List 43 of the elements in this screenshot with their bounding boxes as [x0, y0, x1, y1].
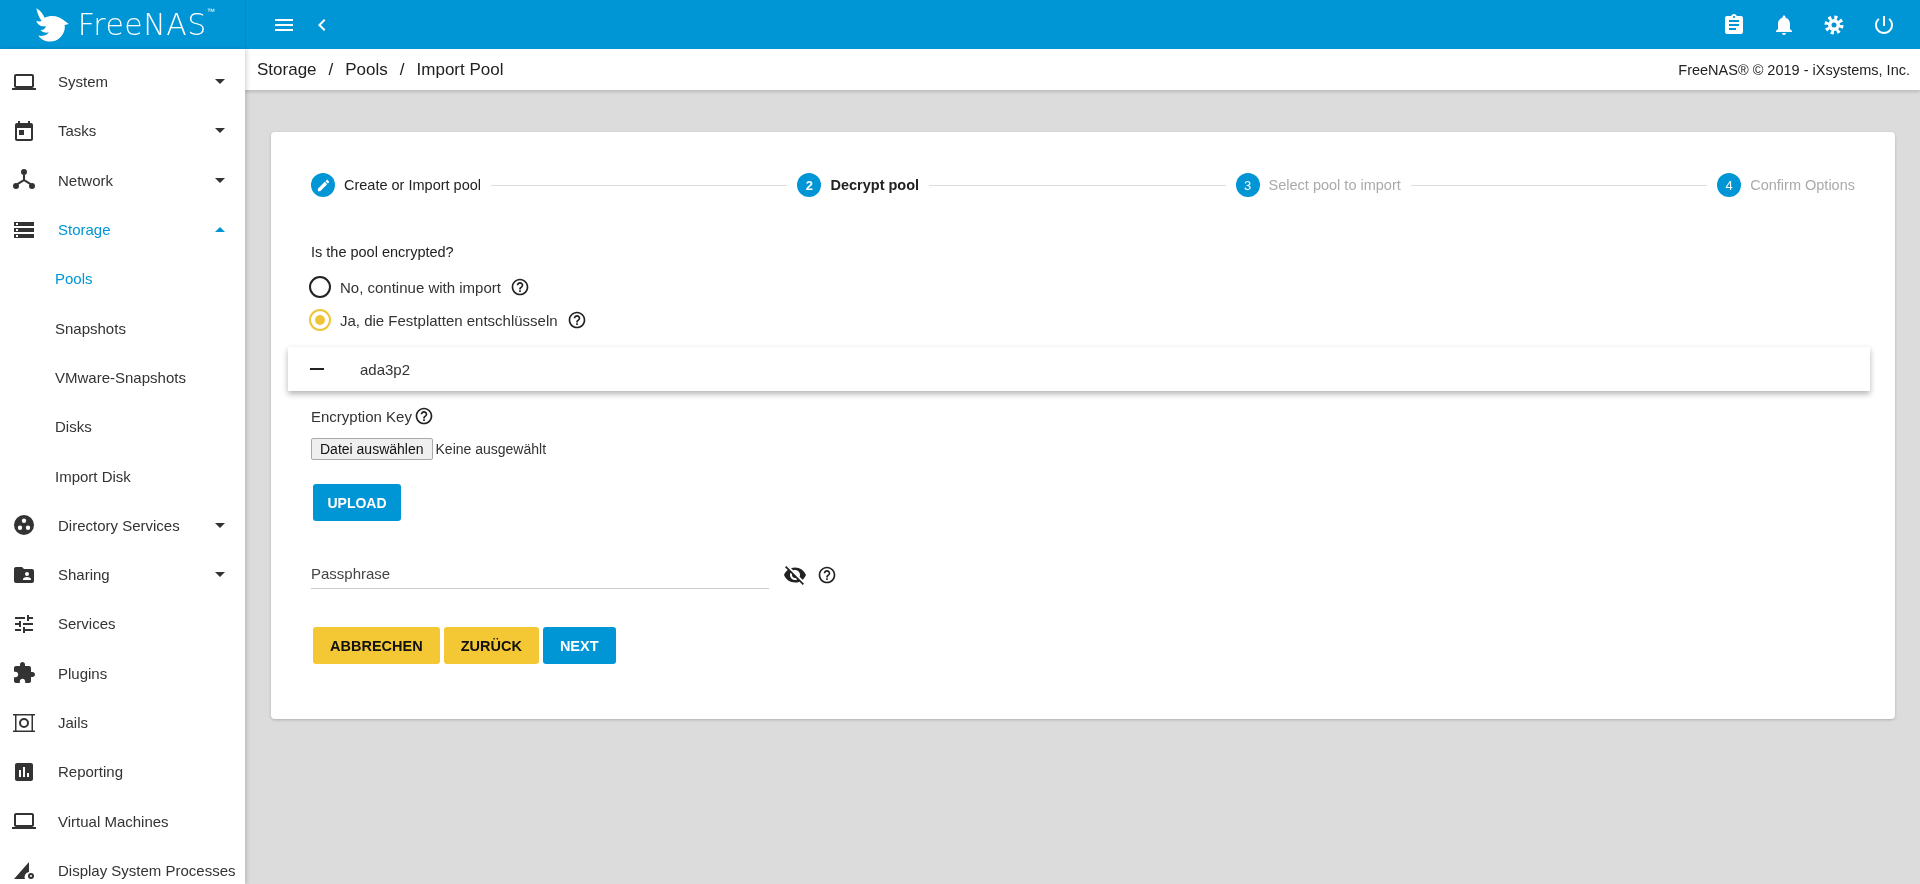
logo-text: FreeNAS$^{™}$	[77, 7, 216, 42]
copyright-text: FreeNAS® © 2019 - iXsystems, Inc.	[1678, 61, 1910, 78]
breadcrumb-link[interactable]: Storage	[257, 59, 317, 80]
form-button[interactable]: ZURÜCK	[443, 627, 539, 664]
encryption-key-label: Encryption Key	[311, 407, 412, 425]
pencil-icon	[315, 177, 331, 193]
radio-label[interactable]: Ja, die Festplatten entschlüsseln	[340, 311, 558, 329]
eye-slash-icon[interactable]	[783, 563, 807, 587]
sidebar-item[interactable]: Display System Processes	[0, 845, 245, 884]
puzzle-icon	[12, 661, 36, 686]
form-button[interactable]: ABBRECHEN	[313, 627, 440, 664]
radio-label[interactable]: No, continue with import	[340, 278, 501, 296]
breadcrumb-link[interactable]: Pools	[345, 59, 388, 80]
breadcrumb-separator: /	[328, 59, 334, 80]
sidebar-item[interactable]: Sharing	[0, 549, 245, 600]
sidebar-item[interactable]: Services	[0, 599, 245, 649]
sidebar-subitem[interactable]: Disks	[0, 402, 245, 452]
sidebar-subitem[interactable]: Snapshots	[0, 303, 245, 353]
help-icon[interactable]	[509, 277, 530, 297]
question-label: Is the pool encrypted?	[311, 244, 455, 260]
sidebar-item[interactable]: Network	[0, 155, 245, 205]
sidebar-item[interactable]: Jails	[0, 697, 245, 748]
clipboard-icon[interactable]	[1722, 12, 1746, 37]
sidebar-item[interactable]: Tasks	[0, 106, 245, 156]
sidebar-item[interactable]: Plugins	[0, 648, 245, 698]
directory-icon	[12, 513, 36, 538]
help-icon[interactable]	[566, 310, 587, 330]
choose-file-button[interactable]: Datei auswählen	[311, 438, 433, 460]
menu-option[interactable]: ada3p2	[360, 360, 411, 378]
sidebar-item[interactable]: Reporting	[0, 747, 245, 797]
sidebar-item[interactable]: System	[0, 57, 245, 107]
sidebar-subitem[interactable]: VMware-Snapshots	[0, 352, 245, 403]
breadcrumb-separator: /	[399, 59, 405, 80]
file-status-text: Keine ausgewählt	[435, 441, 547, 457]
wizard-step[interactable]: Create or Import pool	[311, 173, 481, 197]
radio-button[interactable]	[309, 276, 331, 298]
sidebar-item[interactable]: Virtual Machines	[0, 796, 245, 846]
sidebar-subitem[interactable]: Import Disk	[0, 451, 245, 501]
wizard-step[interactable]: 2 Decrypt pool	[797, 173, 920, 197]
help-icon[interactable]	[817, 565, 837, 585]
calendar-icon	[12, 118, 36, 143]
sidebar-item[interactable]: Directory Services	[0, 500, 245, 550]
help-icon[interactable]	[413, 406, 434, 426]
